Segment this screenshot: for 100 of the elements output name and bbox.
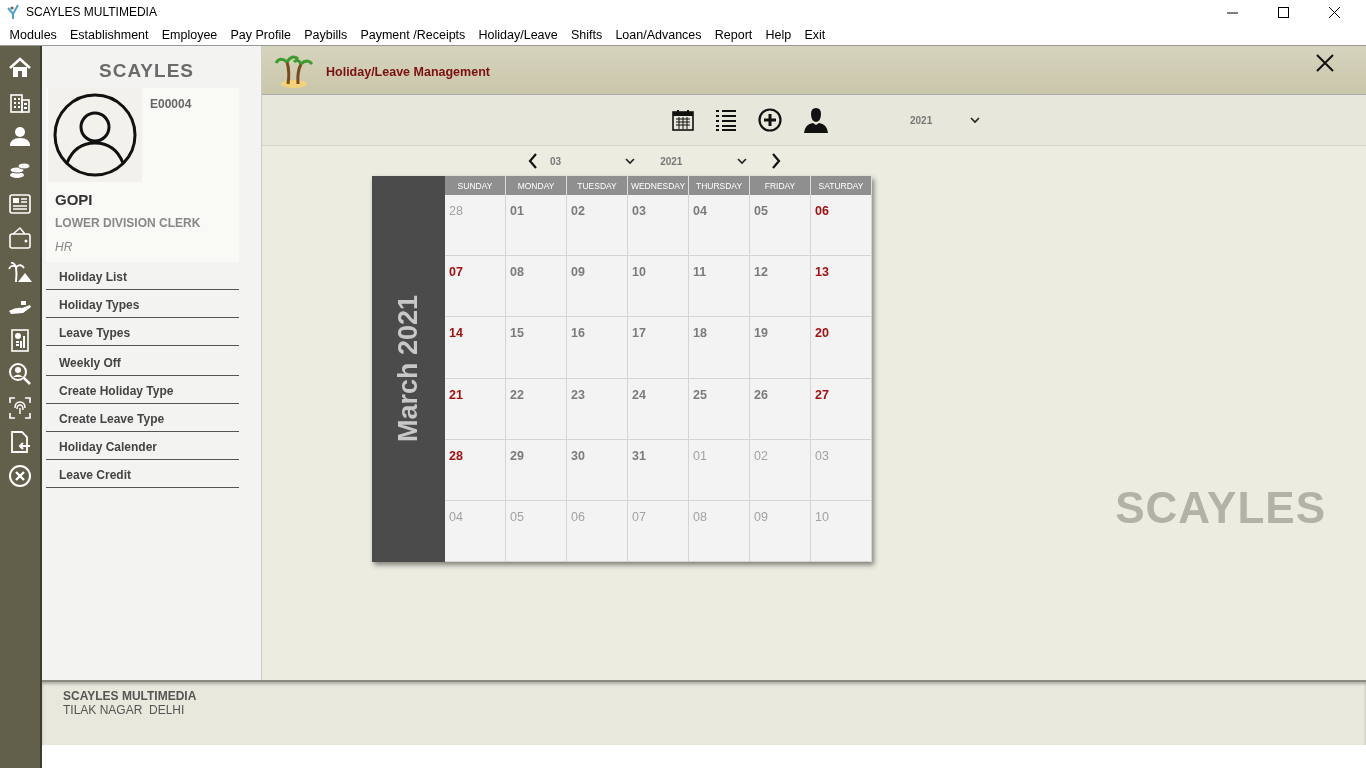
fingerprint-icon[interactable] [8, 396, 32, 420]
day-cell[interactable]: 08 [689, 500, 750, 562]
menu-item[interactable]: Pay Profile [223, 27, 298, 42]
menu-item[interactable]: Paybills [297, 27, 354, 42]
menu-item[interactable]: Modules [3, 27, 64, 42]
report-icon[interactable] [8, 328, 32, 352]
day-cell[interactable]: 13 [811, 256, 872, 318]
list-icon[interactable] [715, 109, 737, 131]
day-cell[interactable]: 03 [628, 195, 689, 257]
newspaper-icon[interactable] [8, 192, 32, 216]
close-icon[interactable] [1316, 54, 1334, 72]
day-cell[interactable]: 28 [445, 439, 506, 501]
exit-file-icon[interactable] [8, 430, 32, 454]
menu-item[interactable]: Payment /Receipts [353, 27, 472, 42]
sidebar-item[interactable]: Create Leave Type [46, 404, 239, 432]
day-cell[interactable]: 04 [445, 500, 506, 562]
sidebar-item[interactable]: Holiday Calender [46, 432, 239, 460]
day-cell[interactable]: 17 [628, 317, 689, 379]
day-cell[interactable]: 25 [689, 378, 750, 440]
sidebar-item[interactable]: Leave Credit [46, 460, 239, 488]
day-cell[interactable]: 12 [750, 256, 811, 318]
day-number: 05 [510, 509, 524, 524]
day-cell[interactable]: 02 [750, 439, 811, 501]
day-cell[interactable]: 21 [445, 378, 506, 440]
day-cell[interactable]: 09 [567, 256, 628, 318]
add-icon[interactable] [758, 108, 782, 132]
menu-item[interactable]: Employee [155, 27, 224, 42]
day-cell[interactable]: 02 [567, 195, 628, 257]
day-cell[interactable]: 08 [506, 256, 567, 318]
close-circle-icon[interactable] [8, 464, 32, 488]
day-cell[interactable]: 05 [506, 500, 567, 562]
day-cell[interactable]: 10 [811, 500, 872, 562]
menu-item[interactable]: Help [758, 27, 798, 42]
day-cell[interactable]: 07 [628, 500, 689, 562]
day-cell[interactable]: 06 [811, 195, 872, 257]
day-number: 01 [510, 204, 524, 218]
menu-item[interactable]: Shifts [564, 27, 609, 42]
weekday-header: WEDNESDAY [628, 176, 689, 195]
year-select[interactable]: 2021 [660, 155, 749, 167]
day-cell[interactable]: 26 [750, 378, 811, 440]
month-select[interactable]: 03 [550, 155, 637, 167]
sidebar-item[interactable]: Create Holiday Type [46, 376, 239, 404]
day-number: 17 [632, 326, 646, 341]
wallet-icon[interactable] [8, 226, 32, 250]
day-number: 16 [571, 326, 585, 341]
day-number: 23 [571, 387, 585, 402]
day-cell[interactable]: 07 [445, 256, 506, 318]
day-cell[interactable]: 20 [811, 317, 872, 379]
menu-item[interactable]: Establishment [63, 27, 156, 42]
day-cell[interactable]: 05 [750, 195, 811, 257]
weekday-header: THURSDAY [689, 176, 750, 195]
sidebar-item[interactable]: Leave Types [46, 318, 239, 346]
menu-item[interactable]: Exit [797, 27, 832, 42]
year-select[interactable]: 2021 [910, 114, 1003, 126]
day-cell[interactable]: 27 [811, 378, 872, 440]
palm-tree-icon[interactable] [8, 260, 32, 284]
sidebar-item[interactable]: Holiday Types [46, 290, 239, 318]
day-number: 13 [815, 265, 829, 280]
day-cell[interactable]: 10 [628, 256, 689, 318]
day-number: 26 [754, 387, 768, 402]
day-cell[interactable]: 06 [567, 500, 628, 562]
day-cell[interactable]: 19 [750, 317, 811, 379]
employee-name: GOPI [55, 191, 94, 208]
chevron-right-icon[interactable] [770, 153, 783, 169]
day-cell[interactable]: 31 [628, 439, 689, 501]
maximize-icon[interactable] [1278, 6, 1289, 18]
brand-logo: SCAYLES [99, 60, 194, 82]
search-person-icon[interactable] [8, 362, 32, 386]
day-cell[interactable]: 24 [628, 378, 689, 440]
day-cell[interactable]: 18 [689, 317, 750, 379]
sidebar-item[interactable]: Weekly Off [46, 346, 239, 376]
day-cell[interactable]: 22 [506, 378, 567, 440]
day-number: 31 [632, 448, 646, 463]
day-cell[interactable]: 16 [567, 317, 628, 379]
day-cell[interactable]: 15 [506, 317, 567, 379]
day-number: 22 [510, 387, 524, 402]
menu-item[interactable]: Report [708, 27, 759, 42]
day-number: 20 [815, 326, 829, 341]
close-icon[interactable] [1329, 6, 1340, 18]
calendar-icon[interactable] [672, 109, 694, 131]
home-icon[interactable] [8, 56, 32, 80]
chevron-left-icon[interactable] [527, 153, 539, 169]
menu-item[interactable]: Loan/Advances [608, 27, 709, 42]
person-icon[interactable] [803, 107, 829, 133]
day-cell[interactable]: 30 [567, 439, 628, 501]
day-number: 29 [510, 448, 524, 463]
day-cell[interactable]: 23 [567, 378, 628, 440]
menu-item[interactable]: Holiday/Leave [471, 27, 565, 42]
day-cell[interactable]: 03 [811, 439, 872, 501]
day-cell[interactable]: 04 [689, 195, 750, 257]
day-cell[interactable]: 01 [506, 195, 567, 257]
day-cell[interactable]: 14 [445, 317, 506, 379]
day-cell[interactable]: 01 [689, 439, 750, 501]
sidebar-item[interactable]: Holiday List [46, 262, 239, 290]
day-cell[interactable]: 11 [689, 256, 750, 318]
person-icon[interactable] [8, 124, 32, 148]
day-number: 01 [693, 448, 707, 463]
day-cell[interactable]: 28 [445, 195, 506, 257]
day-cell[interactable]: 09 [750, 500, 811, 562]
day-cell[interactable]: 29 [506, 439, 567, 501]
